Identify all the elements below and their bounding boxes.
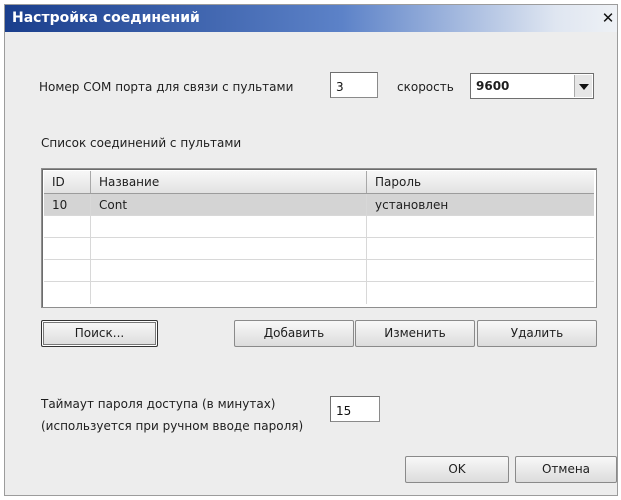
table-row-empty[interactable]	[44, 260, 594, 282]
connection-settings-dialog: Настройка соединений ✕ Номер COM порта д…	[4, 4, 618, 496]
column-header-name[interactable]: Название	[91, 171, 367, 193]
cell-password: установлен	[375, 198, 449, 212]
chevron-down-icon[interactable]	[574, 75, 592, 97]
edit-button[interactable]: Изменить	[355, 320, 475, 347]
ok-button[interactable]: OK	[405, 456, 509, 483]
column-header-password[interactable]: Пароль	[367, 171, 594, 193]
com-port-label: Номер COM порта для связи с пультами	[39, 80, 294, 94]
title-bar[interactable]: Настройка соединений ✕	[5, 5, 617, 32]
connections-table[interactable]: ID Название Пароль 10 Cont установлен	[41, 168, 597, 308]
timeout-label-line1: Таймаут пароля доступа (в минутах)	[41, 397, 276, 411]
speed-label: скорость	[397, 80, 454, 94]
table-row[interactable]: 10 Cont установлен	[44, 194, 594, 216]
close-icon[interactable]: ✕	[601, 11, 615, 26]
dialog-title: Настройка соединений	[12, 10, 200, 26]
speed-select[interactable]: 9600	[470, 73, 594, 99]
cell-id: 10	[44, 194, 91, 215]
cancel-button[interactable]: Отмена	[515, 456, 617, 483]
com-port-input[interactable]	[330, 72, 378, 98]
table-row-empty[interactable]	[44, 216, 594, 238]
search-button[interactable]: Поиск...	[41, 320, 158, 347]
table-header: ID Название Пароль	[44, 171, 594, 194]
timeout-label-line2: (используется при ручном вводе пароля)	[41, 419, 304, 433]
speed-value: 9600	[476, 79, 510, 93]
add-button[interactable]: Добавить	[234, 320, 354, 347]
cell-name: Cont	[91, 194, 367, 215]
column-header-id[interactable]: ID	[44, 171, 91, 193]
table-row-empty[interactable]	[44, 238, 594, 260]
connections-list-label: Список соединений с пультами	[41, 136, 242, 150]
delete-button[interactable]: Удалить	[477, 320, 597, 347]
timeout-input[interactable]	[330, 396, 380, 422]
table-row-empty[interactable]	[44, 282, 594, 304]
